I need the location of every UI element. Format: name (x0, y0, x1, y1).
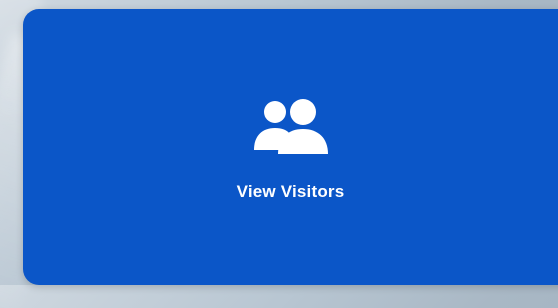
view-visitors-label: View Visitors (236, 182, 345, 201)
view-visitors-card-content[interactable]: View Visitors (23, 9, 558, 285)
view-visitors-card[interactable]: View Visitors (23, 9, 558, 285)
users-icon (248, 98, 334, 156)
